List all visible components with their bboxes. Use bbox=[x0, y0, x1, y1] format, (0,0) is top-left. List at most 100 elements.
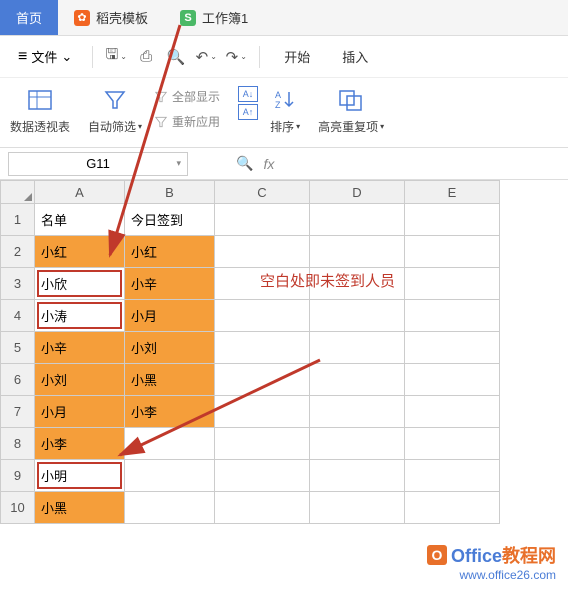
cell[interactable]: 小明 bbox=[35, 460, 125, 492]
lookup-icon[interactable]: 🔍 bbox=[236, 155, 253, 172]
cell[interactable]: 小刘 bbox=[35, 364, 125, 396]
file-menu[interactable]: ≡ 文件 ⌄ bbox=[10, 43, 80, 70]
cell[interactable]: 小辛 bbox=[125, 268, 215, 300]
cell[interactable] bbox=[215, 204, 310, 236]
tab-home[interactable]: 首页 bbox=[0, 0, 58, 35]
undo-button[interactable]: ↶⌄ bbox=[195, 46, 217, 68]
docer-icon: ✿ bbox=[74, 10, 90, 26]
spreadsheet-icon: S bbox=[180, 10, 196, 26]
redo-button[interactable]: ↷⌄ bbox=[225, 46, 247, 68]
cell[interactable] bbox=[215, 396, 310, 428]
tab-home-label: 首页 bbox=[16, 8, 42, 27]
cell-reference-box[interactable]: G11 ▾ bbox=[8, 152, 188, 176]
cell[interactable] bbox=[215, 364, 310, 396]
spreadsheet-grid: A B C D E 1 名单 今日签到 2 小红 小红 3 小欣 小辛 4 小涛… bbox=[0, 180, 568, 524]
cell[interactable]: 小刘 bbox=[125, 332, 215, 364]
showall-button[interactable]: 全部显示 bbox=[154, 86, 220, 107]
cell[interactable] bbox=[310, 332, 405, 364]
pivot-table-button[interactable]: 数据透视表 bbox=[10, 86, 70, 135]
sort-label: 排序 bbox=[270, 118, 294, 135]
cell[interactable] bbox=[405, 364, 500, 396]
pivot-icon bbox=[26, 86, 54, 114]
tab-workbook[interactable]: S 工作簿1 bbox=[164, 0, 264, 35]
col-header[interactable]: C bbox=[215, 180, 310, 204]
formula-bar: G11 ▾ 🔍 fx bbox=[0, 148, 568, 180]
highlight-duplicates-button[interactable]: 高亮重复项▾ bbox=[318, 86, 384, 135]
cell[interactable] bbox=[310, 300, 405, 332]
row-header[interactable]: 4 bbox=[0, 300, 35, 332]
cell[interactable] bbox=[215, 460, 310, 492]
cell[interactable]: 小红 bbox=[125, 236, 215, 268]
row-header[interactable]: 6 bbox=[0, 364, 35, 396]
cell[interactable] bbox=[310, 428, 405, 460]
col-header[interactable]: A bbox=[35, 180, 125, 204]
cell[interactable]: 小黑 bbox=[125, 364, 215, 396]
cell[interactable]: 小黑 bbox=[35, 492, 125, 524]
cell[interactable] bbox=[405, 268, 500, 300]
cell[interactable] bbox=[310, 460, 405, 492]
cell[interactable] bbox=[310, 364, 405, 396]
cell[interactable]: 小月 bbox=[35, 396, 125, 428]
watermark-logo: O Office教程网 www.office26.com bbox=[427, 542, 556, 582]
hamburger-icon: ≡ bbox=[18, 48, 27, 66]
row-header[interactable]: 1 bbox=[0, 204, 35, 236]
cell[interactable] bbox=[405, 396, 500, 428]
divider bbox=[259, 46, 260, 68]
fx-icon[interactable]: fx bbox=[263, 156, 274, 172]
row-header[interactable]: 10 bbox=[0, 492, 35, 524]
autofilter-button[interactable]: 自动筛选▾ bbox=[88, 86, 142, 135]
row-header[interactable]: 7 bbox=[0, 396, 35, 428]
col-header[interactable]: B bbox=[125, 180, 215, 204]
cell[interactable] bbox=[125, 492, 215, 524]
cell[interactable]: 名单 bbox=[35, 204, 125, 236]
save-button[interactable]: 🖫⌄ bbox=[105, 46, 127, 68]
cell[interactable] bbox=[215, 236, 310, 268]
cell[interactable] bbox=[405, 332, 500, 364]
row-header[interactable]: 3 bbox=[0, 268, 35, 300]
cell[interactable] bbox=[125, 460, 215, 492]
reapply-button[interactable]: 重新应用 bbox=[154, 111, 220, 132]
cell[interactable] bbox=[215, 492, 310, 524]
select-all-corner[interactable] bbox=[0, 180, 35, 204]
col-header[interactable]: D bbox=[310, 180, 405, 204]
cell[interactable]: 小欣 bbox=[35, 268, 125, 300]
brand-suffix: 教程网 bbox=[502, 546, 556, 566]
cell[interactable] bbox=[405, 236, 500, 268]
preview-button[interactable]: 🔍 bbox=[165, 46, 187, 68]
row-header[interactable]: 8 bbox=[0, 428, 35, 460]
print-button[interactable]: ⎙ bbox=[135, 46, 157, 68]
cell[interactable]: 小月 bbox=[125, 300, 215, 332]
cell[interactable] bbox=[310, 492, 405, 524]
row-header[interactable]: 2 bbox=[0, 236, 35, 268]
cell[interactable]: 小红 bbox=[35, 236, 125, 268]
cell[interactable] bbox=[310, 236, 405, 268]
pivot-label: 数据透视表 bbox=[10, 118, 70, 135]
sort-desc-button[interactable]: A↑ bbox=[238, 104, 258, 120]
menu-insert[interactable]: 插入 bbox=[330, 43, 380, 70]
cell[interactable] bbox=[405, 428, 500, 460]
row-header[interactable]: 9 bbox=[0, 460, 35, 492]
cell[interactable]: 今日签到 bbox=[125, 204, 215, 236]
svg-text:A: A bbox=[275, 90, 281, 100]
cell[interactable] bbox=[310, 396, 405, 428]
cell[interactable] bbox=[125, 428, 215, 460]
cell[interactable] bbox=[215, 428, 310, 460]
cell[interactable]: 小辛 bbox=[35, 332, 125, 364]
cell[interactable] bbox=[405, 492, 500, 524]
cell[interactable] bbox=[405, 300, 500, 332]
sort-button[interactable]: AZ 排序▾ bbox=[270, 86, 300, 135]
cell[interactable]: 小涛 bbox=[35, 300, 125, 332]
menu-start[interactable]: 开始 bbox=[272, 43, 322, 70]
tab-docer[interactable]: ✿ 稻壳模板 bbox=[58, 0, 164, 35]
col-header[interactable]: E bbox=[405, 180, 500, 204]
cell[interactable]: 小李 bbox=[125, 396, 215, 428]
sort-asc-button[interactable]: A↓ bbox=[238, 86, 258, 102]
quick-toolbar: ≡ 文件 ⌄ 🖫⌄ ⎙ 🔍 ↶⌄ ↷⌄ 开始 插入 bbox=[0, 36, 568, 78]
row-header[interactable]: 5 bbox=[0, 332, 35, 364]
cell[interactable] bbox=[405, 204, 500, 236]
cell[interactable] bbox=[405, 460, 500, 492]
cell[interactable] bbox=[215, 332, 310, 364]
cell[interactable]: 小李 bbox=[35, 428, 125, 460]
cell[interactable] bbox=[215, 300, 310, 332]
cell[interactable] bbox=[310, 204, 405, 236]
